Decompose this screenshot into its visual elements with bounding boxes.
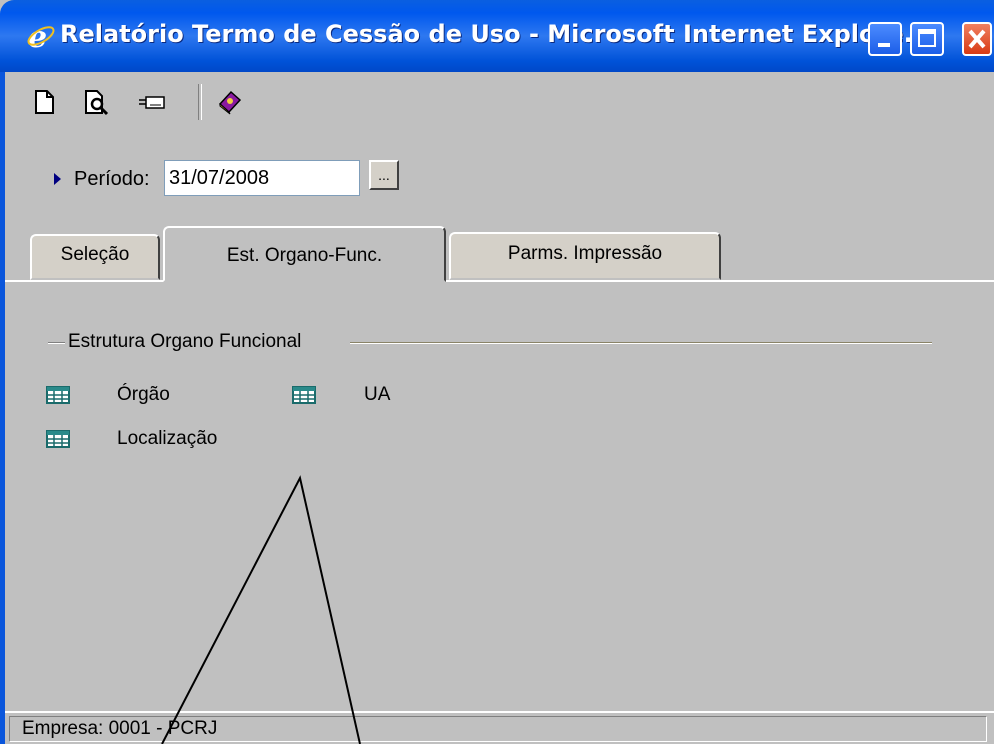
group-divider-left [48, 342, 65, 344]
period-label: Período: [74, 168, 150, 190]
new-document-icon[interactable] [30, 88, 58, 116]
print-preview-icon[interactable] [82, 88, 110, 116]
item-orgao[interactable]: Órgão [117, 384, 170, 406]
app-window: e Relatório Termo de Cessão de Uso - Mic… [0, 0, 994, 744]
minimize-icon [878, 43, 890, 47]
internet-explorer-icon: e [27, 21, 55, 51]
close-icon [968, 29, 986, 49]
help-book-icon[interactable] [215, 88, 243, 116]
minimize-button[interactable] [868, 22, 902, 56]
title-bar[interactable]: e Relatório Termo de Cessão de Uso - Mic… [0, 0, 994, 72]
tab-est-organo-func[interactable]: Est. Organo-Func. [163, 226, 446, 282]
status-text: Empresa: 0001 - PCRJ [22, 718, 218, 739]
toolbar-separator [198, 84, 202, 120]
group-divider-right [350, 342, 932, 344]
tab-parms-impressao[interactable]: Parms. Impressão [449, 232, 721, 280]
period-picker-button[interactable]: ... [369, 160, 399, 190]
period-marker-icon [54, 173, 61, 185]
group-title: Estrutura Organo Funcional [68, 331, 302, 352]
export-icon[interactable] [138, 88, 166, 116]
maximize-button[interactable] [910, 22, 944, 56]
grid-icon[interactable] [292, 386, 316, 404]
close-button[interactable] [962, 22, 992, 56]
window-title: Relatório Termo de Cessão de Uso - Micro… [60, 20, 931, 48]
tab-selecao[interactable]: Seleção [30, 234, 160, 280]
window-left-border [0, 72, 5, 744]
grid-icon[interactable] [46, 430, 70, 448]
tab-panel-border [5, 280, 994, 282]
grid-icon[interactable] [46, 386, 70, 404]
toolbar [5, 72, 994, 130]
item-localizacao[interactable]: Localização [117, 428, 217, 450]
period-input[interactable] [164, 160, 360, 196]
maximize-icon [918, 29, 936, 47]
item-ua[interactable]: UA [364, 384, 390, 406]
